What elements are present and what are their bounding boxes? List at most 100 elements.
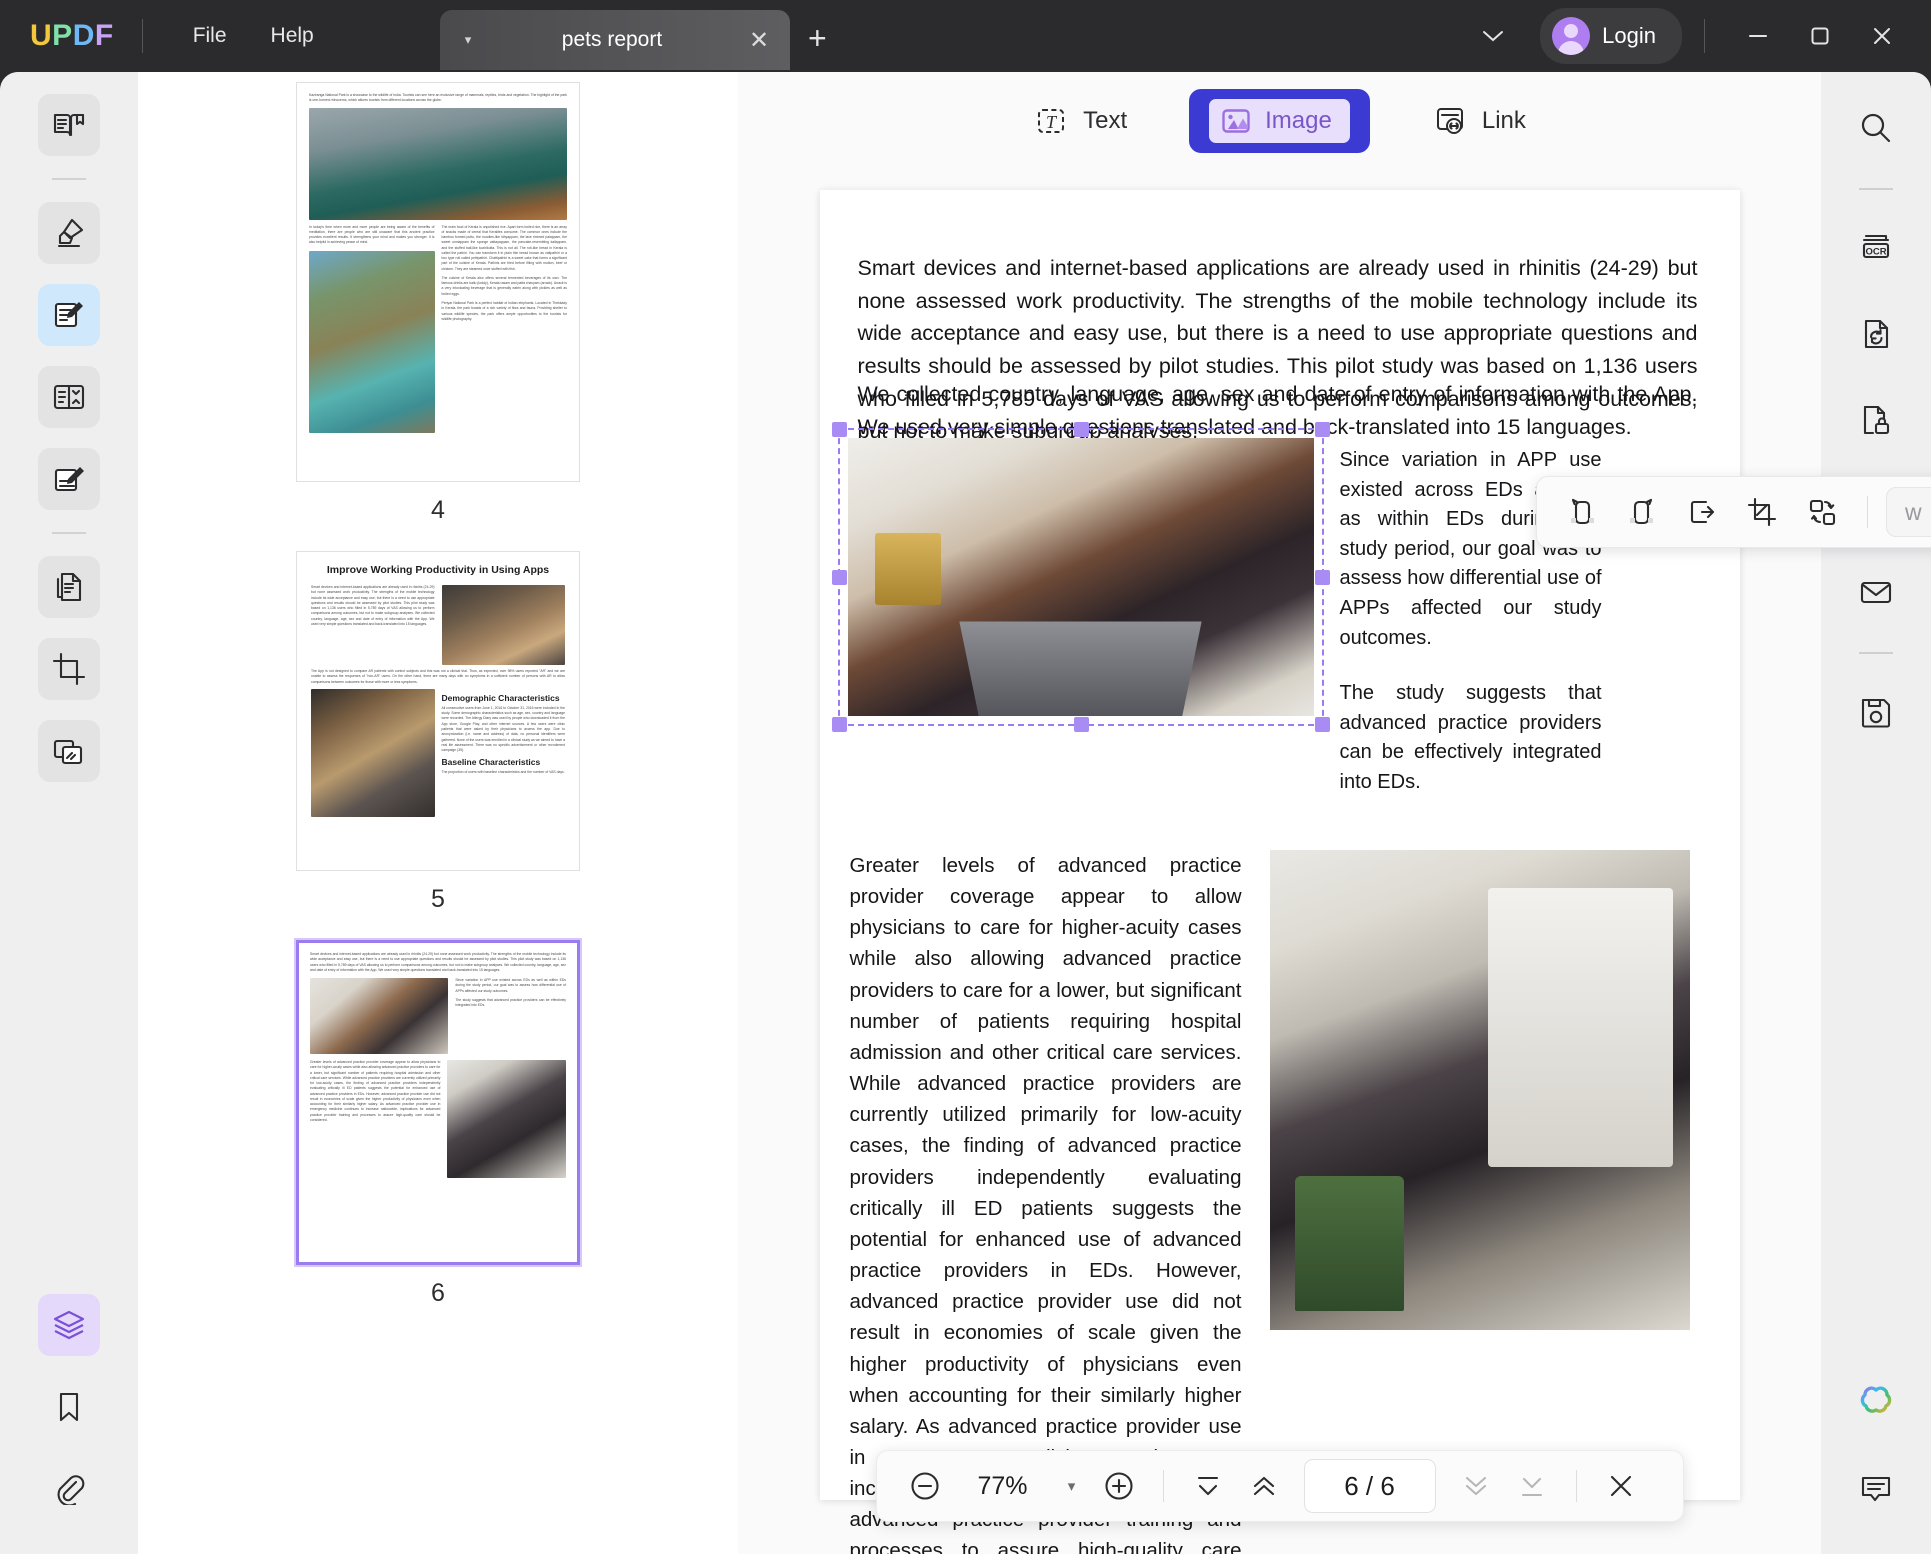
prev-page-button[interactable] — [1238, 1460, 1290, 1512]
zoom-level[interactable]: 77% — [955, 1472, 1051, 1501]
rotate-left-button[interactable] — [1555, 485, 1609, 539]
sidebar-bookmarks[interactable] — [38, 1376, 100, 1438]
thumb4-lake-image — [309, 107, 567, 220]
text-t-icon: T — [1033, 103, 1069, 139]
sidebar-divider-1 — [52, 178, 86, 180]
resize-handle-nw[interactable] — [831, 422, 847, 437]
woman-desk-photo[interactable] — [1269, 850, 1690, 1330]
ocr-tool[interactable]: OCR — [1846, 218, 1906, 278]
thumbnail-page-4[interactable]: Kaziranga National Park is a showcase to… — [296, 82, 580, 482]
file-menu[interactable]: File — [171, 18, 249, 54]
resize-handle-n[interactable] — [1073, 422, 1089, 437]
side-paragraph-2[interactable]: The study suggests that advanced practic… — [1340, 679, 1602, 797]
minimize-button[interactable] — [1727, 0, 1789, 72]
resize-handle-s[interactable] — [1073, 717, 1089, 732]
convert-tool[interactable] — [1846, 304, 1906, 364]
zoom-in-button[interactable] — [1093, 1460, 1145, 1512]
thumb5-section-2: Baseline Characteristics — [441, 757, 541, 768]
sidebar-convert[interactable] — [38, 556, 100, 618]
title-bar: U P D F File Help ▾ pets report ✕ + Logi… — [0, 0, 1931, 72]
chevron-down-icon[interactable]: ▾ — [1055, 1477, 1089, 1495]
tab-link-label: Link — [1481, 107, 1526, 134]
resize-handle-w[interactable] — [831, 570, 847, 585]
search-tool[interactable] — [1846, 98, 1906, 158]
crop-image-button[interactable] — [1735, 485, 1789, 539]
tab-text-label: Text — [1083, 107, 1128, 134]
thumb6-mid-right-1: Since variation in APP use existed acros… — [455, 978, 566, 993]
thumb5-left-column: Smart devices and internet-based applica… — [311, 585, 435, 626]
document-viewer: T Text Image Link Smart devices and inte… — [738, 72, 1931, 1554]
tab-text[interactable]: T Text — [1013, 93, 1147, 149]
save-tool[interactable] — [1846, 682, 1906, 742]
thumb5-mid-paragraph: The App is not designed to compare AR pa… — [311, 669, 565, 684]
thumbnail-page-number: 4 — [431, 496, 445, 524]
thumb6-woman-laptop-image — [310, 978, 449, 1055]
logo-letter-f: F — [94, 19, 114, 52]
close-toolbar-button[interactable] — [1595, 1460, 1647, 1512]
rotate-right-button[interactable] — [1615, 485, 1669, 539]
comments-panel[interactable] — [1846, 1458, 1906, 1518]
close-button[interactable] — [1851, 0, 1913, 72]
thumbnail-page-number: 6 — [431, 1279, 445, 1307]
thumb6-bottom-paragraph: Greater levels of advanced practice prov… — [310, 1060, 441, 1122]
sidebar-reader[interactable] — [38, 94, 100, 156]
resize-handle-se[interactable] — [1314, 717, 1330, 732]
thumb5-meeting-image — [441, 585, 565, 666]
chevron-down-icon[interactable] — [1462, 18, 1524, 54]
updf-logo: U P D F — [30, 19, 114, 53]
last-page-button[interactable] — [1506, 1460, 1558, 1512]
tab-link[interactable]: Link — [1412, 93, 1546, 149]
chevron-down-icon[interactable]: ▾ — [454, 32, 482, 48]
login-button[interactable]: Login — [1540, 8, 1682, 64]
tab-image-label: Image — [1265, 107, 1332, 134]
sidebar-layers[interactable] — [38, 1294, 100, 1356]
thumbnail-page-5[interactable]: Improve Working Productivity in Using Ap… — [296, 551, 580, 871]
resize-handle-ne[interactable] — [1314, 422, 1330, 437]
thumb4-canyon-image — [309, 250, 435, 433]
login-label: Login — [1602, 23, 1656, 48]
zoombar-divider-1 — [1162, 1470, 1164, 1502]
selected-image[interactable] — [831, 422, 1330, 732]
resize-handle-sw[interactable] — [831, 717, 847, 732]
protect-tool[interactable] — [1846, 390, 1906, 450]
help-menu[interactable]: Help — [249, 18, 336, 54]
toolbar-divider — [1867, 496, 1868, 528]
sidebar-edit-pdf[interactable] — [38, 284, 100, 346]
ai-assistant[interactable] — [1846, 1372, 1906, 1432]
zoom-out-button[interactable] — [899, 1460, 951, 1512]
sidebar-crop[interactable] — [38, 638, 100, 700]
tab-image[interactable]: Image — [1189, 89, 1370, 153]
right-divider-2 — [1859, 652, 1893, 654]
replace-image-button[interactable] — [1795, 485, 1849, 539]
resize-handle-e[interactable] — [1314, 570, 1330, 585]
sidebar-compare[interactable] — [38, 720, 100, 782]
first-page-button[interactable] — [1182, 1460, 1234, 1512]
page-bottom-paragraph[interactable]: Greater levels of advanced practice prov… — [850, 850, 1242, 1554]
document-tab[interactable]: ▾ pets report ✕ — [440, 10, 790, 70]
right-sidebar: OCR — [1821, 72, 1931, 1554]
thumb5-section-1: Demographic Characteristics — [441, 692, 560, 703]
right-divider-1 — [1859, 188, 1893, 190]
maximize-button[interactable] — [1789, 0, 1851, 72]
window-controls: Login — [1462, 0, 1931, 72]
new-tab-button[interactable]: + — [808, 20, 827, 57]
sidebar-annotate[interactable] — [38, 202, 100, 264]
extract-image-button[interactable] — [1675, 485, 1729, 539]
email-tool[interactable] — [1846, 562, 1906, 622]
sidebar-divider-2 — [52, 532, 86, 534]
sidebar-organize-pages[interactable] — [38, 366, 100, 428]
close-icon[interactable]: ✕ — [742, 26, 776, 55]
svg-text:T: T — [1046, 112, 1058, 132]
width-label: w — [1905, 498, 1922, 525]
thumbnail-page-6[interactable]: Smart devices and internet-based applica… — [296, 940, 580, 1265]
next-page-button[interactable] — [1450, 1460, 1502, 1512]
logo-letter-p: P — [52, 19, 73, 52]
sidebar-attachments[interactable] — [38, 1458, 100, 1520]
page-indicator[interactable]: 6 / 6 — [1303, 1459, 1436, 1513]
pdf-page-canvas[interactable]: Smart devices and internet-based applica… — [819, 190, 1740, 1554]
sidebar-fill-sign[interactable] — [38, 448, 100, 510]
thumbnail-panel[interactable]: Kaziranga National Park is a showcase to… — [138, 72, 738, 1554]
image-width-field[interactable]: w 364 — [1886, 487, 1931, 537]
thumb4-right-3: Periyar National Park is a perfect habit… — [441, 300, 568, 321]
thumb4-right-2: The cuisine of Kerala also offers severa… — [441, 275, 568, 296]
